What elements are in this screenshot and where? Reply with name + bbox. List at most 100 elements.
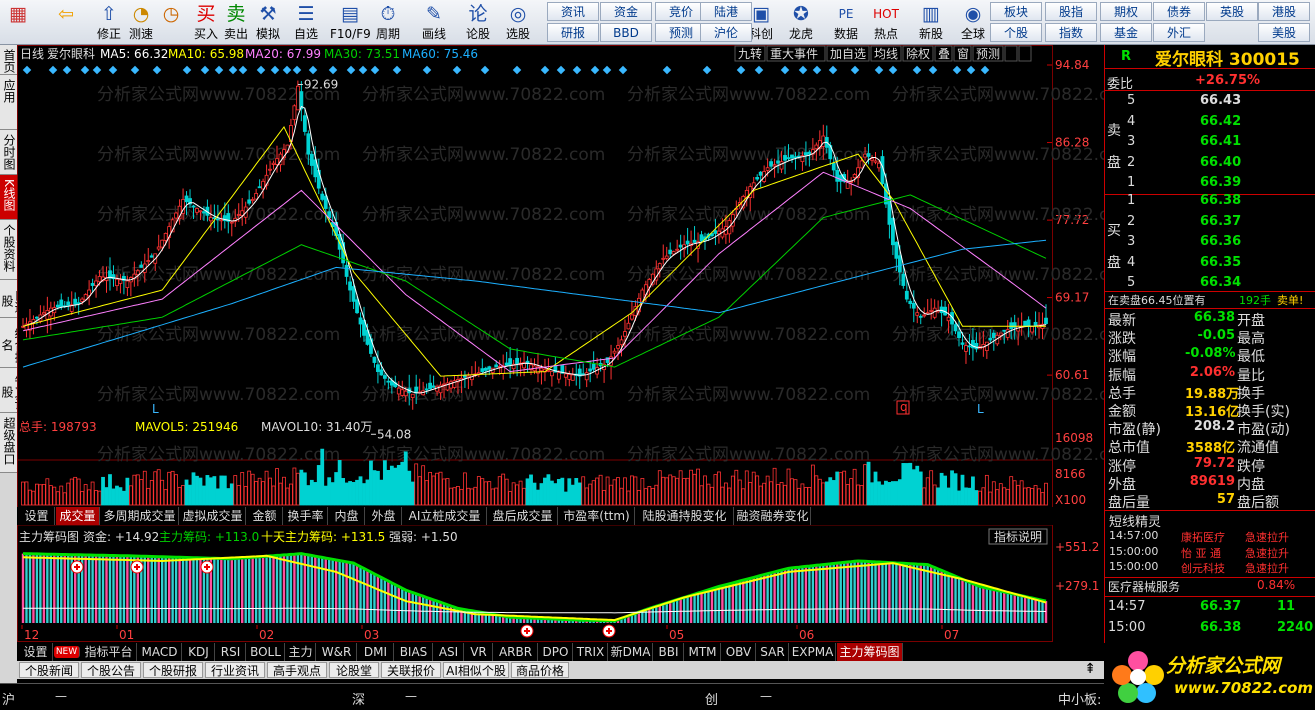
event-marker-icon[interactable] (62, 65, 72, 75)
event-marker-icon[interactable] (702, 65, 712, 75)
indicator-tab-21[interactable]: EXPMA (790, 643, 836, 661)
event-marker-icon[interactable] (214, 65, 224, 75)
event-marker-icon[interactable] (850, 65, 860, 75)
quick-link-14[interactable]: 个股 (990, 23, 1042, 42)
quick-link-13[interactable]: 港股 (1258, 2, 1310, 21)
event-marker-icon[interactable] (346, 65, 356, 75)
event-marker-icon[interactable] (422, 65, 432, 75)
chart-tool-3[interactable]: 均线 (870, 45, 902, 62)
indicator-tab-19[interactable]: OBV (722, 643, 756, 661)
indicator-tab-12[interactable]: VR (465, 643, 493, 661)
quick-link-16[interactable]: 基金 (1100, 23, 1152, 42)
volume-tab-0[interactable]: 设置 (19, 507, 55, 525)
event-marker-icon[interactable] (828, 65, 838, 75)
leftnav-tab-7[interactable]: 牛叉诊股 (0, 368, 17, 413)
news-tab-4[interactable]: 高手观点 (267, 662, 327, 678)
volume-tab-2[interactable]: 多周期成交量 (101, 507, 179, 525)
indicator-tab-10[interactable]: BIAS (395, 643, 433, 661)
chart-tool-4[interactable]: 除权 (902, 45, 934, 62)
event-marker-icon[interactable] (928, 65, 938, 75)
indicator-tab-22[interactable]: 主力筹码图 (837, 643, 903, 661)
draw-line-button[interactable]: ✎ 画线 (418, 1, 450, 43)
volume-tab-8[interactable]: AI立桩成交量 (403, 507, 487, 525)
event-marker-icon[interactable] (200, 65, 210, 75)
chart-tool-7[interactable]: 预测 (972, 45, 1004, 62)
leftnav-tab-8[interactable]: 超级盘口 (0, 413, 17, 473)
news-tab-3[interactable]: 行业资讯 (205, 662, 265, 678)
kline-chart[interactable]: 94.8486.2877.7269.1760.61分析家公式网www.70822… (17, 45, 1104, 643)
indicator-tab-3[interactable]: MACD (138, 643, 182, 661)
indicator-tab-17[interactable]: BBI (654, 643, 684, 661)
hot-button[interactable]: HOT 热点 (870, 1, 902, 43)
event-marker-icon[interactable] (282, 65, 292, 75)
volume-tab-3[interactable]: 虚拟成交量 (180, 507, 246, 525)
event-marker-icon[interactable] (270, 65, 280, 75)
news-tab-0[interactable]: 个股新闻 (19, 662, 79, 678)
quick-link-10[interactable]: 期权 (1100, 2, 1152, 21)
quick-link-11[interactable]: 债券 (1153, 2, 1205, 21)
event-marker-icon[interactable] (602, 65, 612, 75)
quick-link-4[interactable]: 研报 (547, 23, 599, 42)
buy-button[interactable]: 买买入 (190, 1, 222, 43)
volume-tab-9[interactable]: 盘后成交量 (488, 507, 558, 525)
leftnav-tab-3[interactable]: K线图 (0, 175, 17, 220)
indicator-tab-0[interactable]: 设置 (19, 643, 53, 661)
news-tab-7[interactable]: AI相似个股 (443, 662, 509, 678)
event-marker-icon[interactable] (80, 65, 90, 75)
event-marker-icon[interactable] (256, 65, 266, 75)
event-marker-icon[interactable] (328, 65, 338, 75)
quick-link-18[interactable]: 美股 (1258, 23, 1310, 42)
new-stock-button[interactable]: ▥ 新股 (915, 1, 947, 43)
event-marker-icon[interactable] (238, 65, 248, 75)
period-button[interactable]: ⏱ 周期 (372, 1, 404, 43)
leftnav-tab-2[interactable]: 分时图 (0, 130, 17, 175)
volume-tab-7[interactable]: 外盘 (366, 507, 402, 525)
news-tab-5[interactable]: 论股堂 (329, 662, 379, 678)
volume-tab-5[interactable]: 换手率 (284, 507, 328, 525)
chart-close-icon[interactable] (1004, 45, 1018, 62)
clock-button[interactable]: ◷ (155, 1, 187, 43)
leftnav-tab-6[interactable]: 综合排名 (0, 318, 17, 368)
app-menu-button[interactable]: ▦ (2, 1, 34, 43)
event-marker-icon[interactable] (952, 65, 962, 75)
event-marker-icon[interactable] (228, 65, 238, 75)
news-tab-6[interactable]: 关联报价 (381, 662, 441, 678)
event-marker-icon[interactable] (736, 65, 746, 75)
event-marker-icon[interactable] (912, 65, 922, 75)
indicator-tab-14[interactable]: DPO (539, 643, 573, 661)
event-marker-icon[interactable] (152, 65, 162, 75)
volume-tab-4[interactable]: 金额 (247, 507, 283, 525)
quick-link-8[interactable]: 板块 (990, 2, 1042, 21)
simulate-button[interactable]: ⚒ 模拟 (252, 1, 284, 43)
event-marker-icon[interactable] (92, 65, 102, 75)
sell-button[interactable]: 卖卖出 (220, 1, 252, 43)
indicator-tab-2[interactable]: 指标平台 (81, 643, 137, 661)
event-marker-icon[interactable] (392, 65, 402, 75)
event-marker-icon[interactable] (512, 65, 522, 75)
leftnav-tab-0[interactable]: 首页 (0, 45, 17, 75)
event-marker-icon[interactable] (130, 65, 140, 75)
event-marker-icon[interactable] (358, 65, 368, 75)
speed-test-button[interactable]: ◔ 测速 (125, 1, 157, 43)
event-marker-icon[interactable] (662, 65, 672, 75)
collapse-up-icon[interactable]: ⇞ (1084, 661, 1096, 677)
event-marker-icon[interactable] (966, 65, 976, 75)
stock-pick-button[interactable]: ◎ 选股 (502, 1, 534, 43)
quick-link-0[interactable]: 资讯 (547, 2, 599, 21)
chart-tool-2[interactable]: 加自选 (826, 45, 870, 62)
indicator-tab-8[interactable]: W&R (317, 643, 357, 661)
event-marker-icon[interactable] (780, 65, 790, 75)
news-tab-8[interactable]: 商品价格 (511, 662, 569, 678)
indicator-tab-5[interactable]: RSI (216, 643, 246, 661)
quick-link-7[interactable]: 沪伦 (700, 23, 752, 42)
dragon-tiger-button[interactable]: ✪ 龙虎 (785, 1, 817, 43)
indicator-tab-15[interactable]: TRIX (574, 643, 608, 661)
news-tab-2[interactable]: 个股研报 (143, 662, 203, 678)
event-marker-icon[interactable] (556, 65, 566, 75)
chart-tool-0[interactable]: 九转 (734, 45, 766, 62)
event-marker-icon[interactable] (452, 65, 462, 75)
chart-tool-1[interactable]: 重大事件 (766, 45, 826, 62)
back-button[interactable]: ⇦ (50, 1, 82, 43)
chart-tool-6[interactable]: 窗 (953, 45, 972, 62)
chart-tool-5[interactable]: 叠 (934, 45, 953, 62)
